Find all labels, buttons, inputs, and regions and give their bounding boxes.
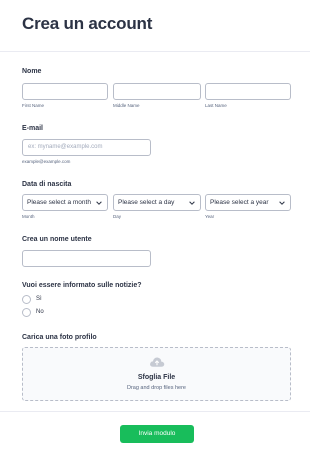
radio-no[interactable] xyxy=(22,308,31,317)
email-label: E-mail xyxy=(22,125,44,132)
day-select-value: Please select a day xyxy=(118,199,175,206)
month-select[interactable]: Please select a month xyxy=(22,194,108,211)
year-sublabel: Year xyxy=(205,214,215,219)
newsletter-label: Vuoi essere informato sulle notizie? xyxy=(22,282,142,289)
upload-label: Carica una foto profilo xyxy=(22,334,97,341)
birthdate-label: Data di nascita xyxy=(22,181,72,188)
radio-yes-label: Sì xyxy=(36,296,42,302)
day-sublabel: Day xyxy=(113,214,122,219)
month-select-value: Please select a month xyxy=(27,199,91,206)
email-placeholder: ex: myname@example.com xyxy=(28,144,103,150)
last-name-input[interactable] xyxy=(205,83,291,100)
page-title: Crea un account xyxy=(22,14,153,33)
username-label: Crea un nome utente xyxy=(22,236,92,243)
year-select[interactable]: Please select a year xyxy=(205,194,291,211)
submit-button[interactable]: Invia modulo xyxy=(120,425,194,443)
first-name-sublabel: First Name xyxy=(22,103,45,108)
chevron-down-icon xyxy=(96,201,102,205)
name-label: Nome xyxy=(22,68,42,75)
form-header: Crea un account xyxy=(0,0,310,52)
middle-name-sublabel: Middle Name xyxy=(113,103,140,108)
middle-name-input[interactable] xyxy=(113,83,201,100)
last-name-sublabel: Last Name xyxy=(205,103,227,108)
username-input[interactable] xyxy=(22,250,151,267)
month-sublabel: Month xyxy=(22,214,35,219)
cloud-upload-icon xyxy=(150,357,165,367)
radio-no-label: No xyxy=(36,309,44,315)
upload-title: Sfoglia File xyxy=(137,374,176,381)
first-name-input[interactable] xyxy=(22,83,108,100)
chevron-down-icon xyxy=(279,201,285,205)
email-field[interactable]: ex: myname@example.com xyxy=(22,139,151,156)
day-select[interactable]: Please select a day xyxy=(113,194,201,211)
upload-subtitle: Drag and drop files here xyxy=(126,385,186,391)
chevron-down-icon xyxy=(189,201,195,205)
footer-divider xyxy=(0,411,310,412)
email-sublabel: example@example.com xyxy=(22,159,71,164)
radio-yes[interactable] xyxy=(22,295,31,304)
file-dropzone[interactable]: Sfoglia File Drag and drop files here xyxy=(22,347,291,401)
year-select-value: Please select a year xyxy=(210,199,269,206)
